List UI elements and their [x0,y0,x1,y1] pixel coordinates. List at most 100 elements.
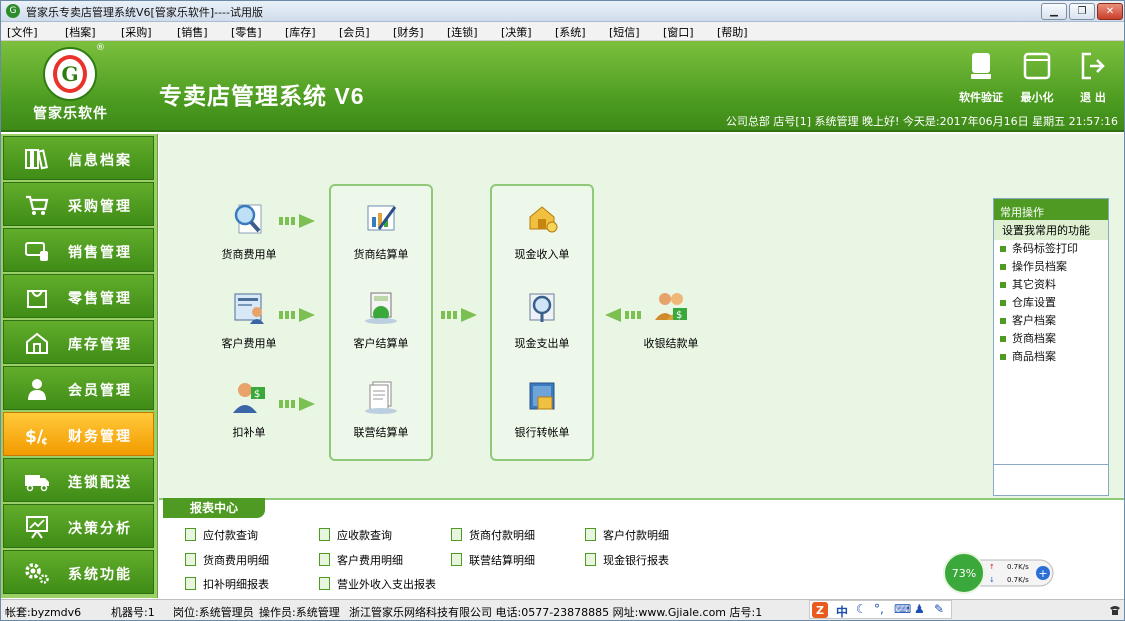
menu-decision[interactable]: [决策] [501,24,532,40]
report-customer-expenses[interactable]: 客户费用明细 [319,552,403,568]
common-op-item[interactable]: 仓库设置 [1000,294,1102,312]
moon-icon[interactable]: ☾ [856,602,867,616]
customer-document-icon [234,293,264,324]
supplier-settlement-node[interactable]: 货商结算单 [336,201,426,262]
report-icon [451,528,462,541]
customer-settlement-node[interactable]: 客户结算单 [336,290,426,351]
common-op-item[interactable]: 其它资料 [1000,276,1102,294]
wrench-icon[interactable]: ✎ [934,602,944,616]
verify-button[interactable]: 软件验证 [953,51,1009,105]
common-operations-panel: 常用操作 设置我常用的功能 条码标签打印 操作员档案 其它资料 仓库设置 客户档… [993,198,1109,496]
node-label: 银行转帐单 [514,426,570,439]
node-label: 联营结算单 [353,426,409,439]
flow-arrow-right [279,397,315,411]
user-icon[interactable]: ♟ [914,602,925,616]
sidebar-label: 系统功能 [68,567,132,583]
ime-language[interactable]: 中 [836,603,848,620]
menu-system[interactable]: [系统] [555,24,586,40]
report-joint-settlement[interactable]: 联营结算明细 [451,552,535,568]
sidebar-item-chain[interactable]: 连锁配送 [3,458,154,502]
magnifier-chart-icon [529,293,555,322]
sidebar-item-member[interactable]: 会员管理 [3,366,154,410]
menu-archive[interactable]: [档案] [65,24,96,40]
supplier-expense-node[interactable]: 货商费用单 [204,201,294,262]
truck-icon [25,475,49,492]
status-account: 帐套:byzmdv6 [5,606,82,619]
cash-income-node[interactable]: 现金收入单 [497,201,587,262]
sidebar-item-retail[interactable]: 零售管理 [3,274,154,318]
menu-window[interactable]: [窗口] [663,24,694,40]
sidebar-label: 库存管理 [68,337,132,353]
node-label: 货商结算单 [353,248,409,261]
bag-icon [27,290,47,308]
joint-settlement-node[interactable]: 联营结算单 [336,379,426,440]
menu-help[interactable]: [帮助] [717,24,748,40]
report-non-operating[interactable]: 营业外收入支出报表 [319,576,436,592]
registered-mark: ® [96,43,105,53]
common-op-item[interactable]: 货商档案 [1000,330,1102,348]
cash-expense-node[interactable]: 现金支出单 [497,290,587,351]
common-op-item[interactable]: 操作员档案 [1000,258,1102,276]
report-icon [585,553,596,566]
upload-arrow-icon: ↑ [989,563,995,571]
sidebar-label: 采购管理 [68,199,132,215]
flow-arrow-left [605,308,641,322]
report-supplier-payments[interactable]: 货商付款明细 [451,527,535,543]
maximize-button[interactable]: ❐ [1069,3,1095,20]
report-cash-bank[interactable]: 现金银行报表 [585,552,669,568]
menu-inventory[interactable]: [库存] [285,24,316,40]
common-op-item[interactable]: 条码标签打印 [1000,240,1102,258]
money-icon: $/¢ [25,427,48,447]
menu-finance[interactable]: [财务] [393,24,424,40]
house-coins-icon [529,206,558,233]
common-operations-list: 条码标签打印 操作员档案 其它资料 仓库设置 客户档案 货商档案 商品档案 [994,237,1108,369]
common-op-item[interactable]: 商品档案 [1000,348,1102,366]
network-load-percent: 73% [952,567,976,580]
svg-text:+: + [1038,567,1047,580]
house-icon [26,332,48,354]
close-button[interactable]: ✕ [1097,3,1123,20]
report-payables[interactable]: 应付款查询 [185,527,258,543]
window-title: 管家乐专卖店管理系统V6[管家乐软件]----试用版 [26,6,263,19]
people-money-icon: $ [655,293,687,321]
report-icon [585,528,596,541]
keyboard-icon[interactable]: ⌨ [894,602,911,616]
ime-toolbar[interactable]: Z 中 ☾ °, ⌨ ♟ ✎ [809,600,952,619]
sidebar-item-finance[interactable]: $/¢ 财务管理 [3,412,154,456]
common-op-item[interactable]: 客户档案 [1000,312,1102,330]
punctuation-icon[interactable]: °, [874,602,884,616]
menu-member[interactable]: [会员] [339,24,370,40]
sidebar-item-inventory[interactable]: 库存管理 [3,320,154,364]
sidebar-label: 零售管理 [68,291,132,307]
sidebar-item-purchase[interactable]: 采购管理 [3,182,154,226]
sidebar-item-sales[interactable]: 销售管理 [3,228,154,272]
sidebar-item-system[interactable]: 系统功能 [3,550,154,594]
sidebar-item-decision[interactable]: 决策分析 [3,504,154,548]
network-speed-widget[interactable]: 73% ↑ 0.7K/s ↓ 0.7K/s + [943,552,1056,594]
report-customer-payments[interactable]: 客户付款明细 [585,527,669,543]
minimize-button[interactable]: ▁ [1041,3,1067,20]
status-company: 浙江管家乐网络科技有限公司 电话:0577-23878885 网址:www.Gj… [349,606,763,619]
bank-transfer-node[interactable]: 银行转帐单 [497,379,587,440]
window-icon [1023,52,1051,80]
svg-text:$: $ [254,389,260,400]
menu-file[interactable]: [文件] [7,24,38,40]
menu-sales[interactable]: [销售] [177,24,208,40]
menu-purchase[interactable]: [采购] [121,24,152,40]
report-receivables[interactable]: 应收款查询 [319,527,392,543]
document-stack-icon [365,381,397,414]
company-logo: G ® [43,43,105,101]
minimize-app-button[interactable]: 最小化 [1009,51,1065,105]
report-deductions[interactable]: 扣补明细报表 [185,576,269,592]
menu-sms[interactable]: [短信] [609,24,640,40]
greeting-status: 公司总部 店号[1] 系统管理 晚上好! 今天是:2017年06月16日 星期五… [725,115,1118,128]
report-supplier-expenses[interactable]: 货商费用明细 [185,552,269,568]
cart-icon [26,195,49,215]
app-icon: G [6,4,20,18]
exit-button[interactable]: 退 出 [1065,51,1121,105]
upload-speed: 0.7K/s [1007,563,1029,571]
menu-retail[interactable]: [零售] [231,24,262,40]
node-label: 现金收入单 [514,248,570,261]
sidebar-item-info-archive[interactable]: 信息档案 [3,136,154,180]
menu-chain[interactable]: [连锁] [447,24,478,40]
